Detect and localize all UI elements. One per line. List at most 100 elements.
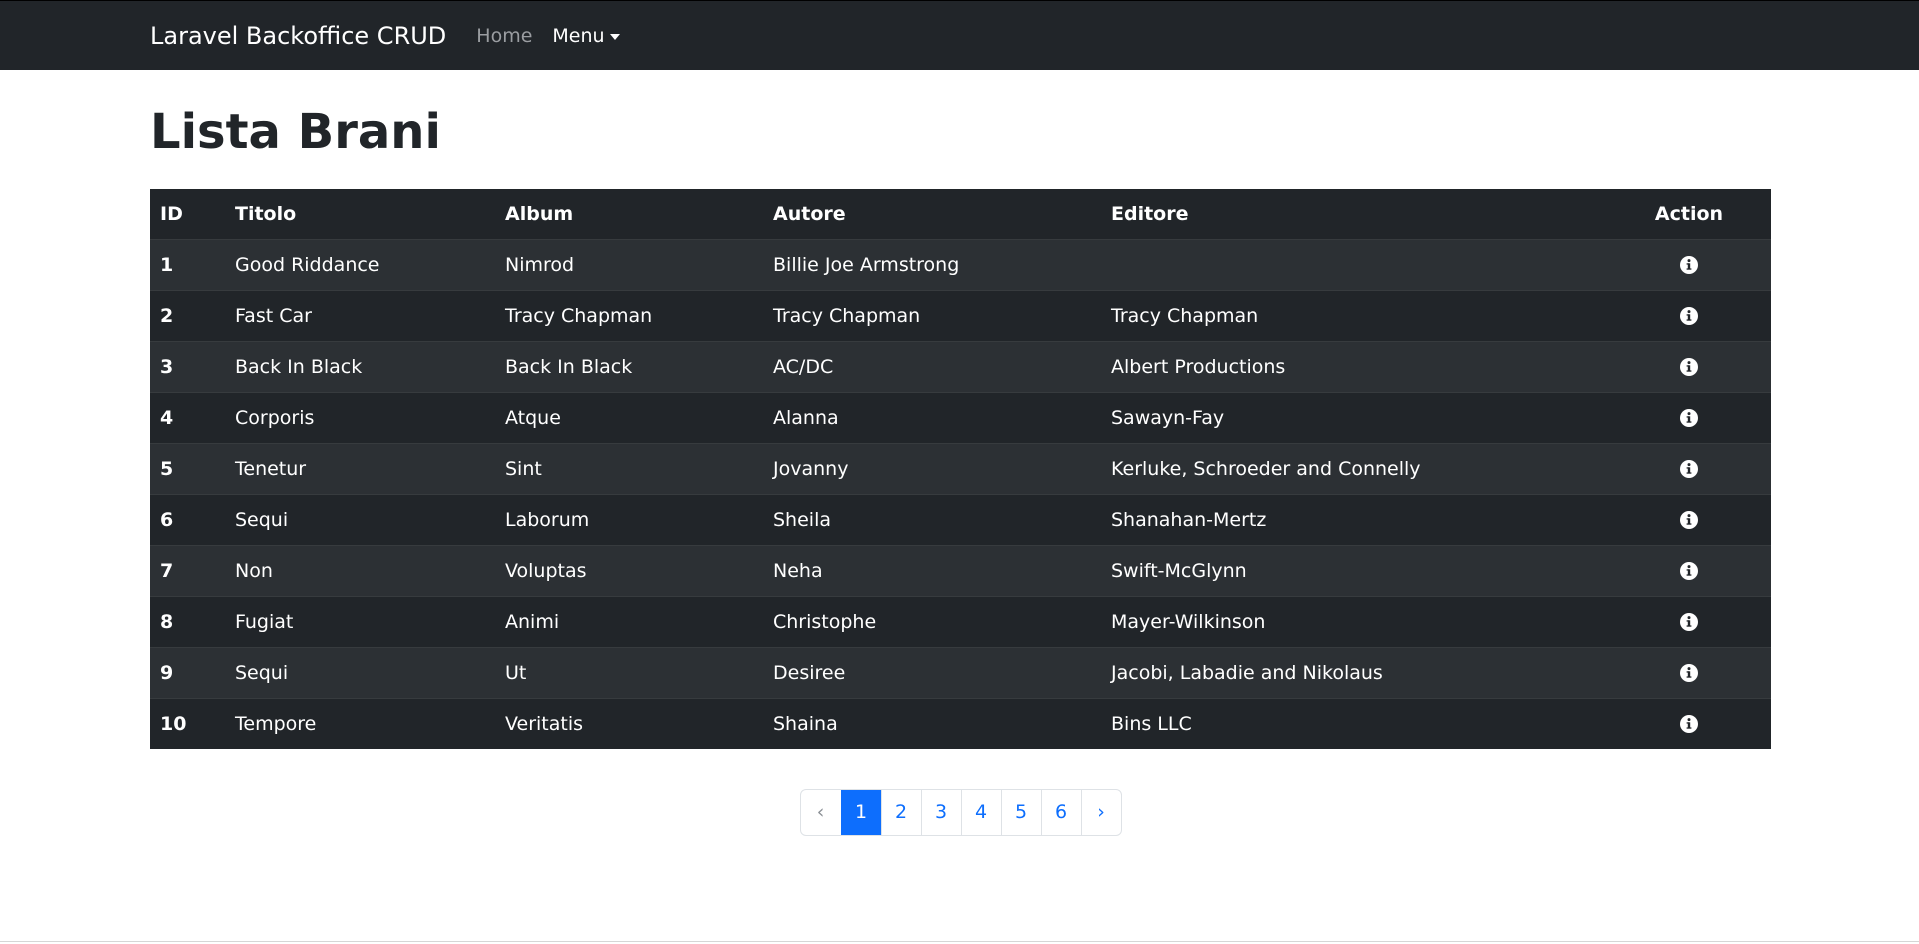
cell-titolo: Sequi [225, 646, 495, 699]
cell-action [1607, 646, 1771, 699]
table-row: 8 Fugiat Animi Christophe Mayer-Wilkinson [150, 595, 1771, 648]
cell-autore: Desiree [763, 646, 1101, 699]
cell-editore: Mayer-Wilkinson [1101, 595, 1607, 648]
cell-titolo: Sequi [225, 493, 495, 546]
pagination-list: ‹ 1 2 3 4 5 6 › [799, 788, 1122, 836]
cell-autore: Neha [763, 544, 1101, 597]
table-row: 2 Fast Car Tracy Chapman Tracy Chapman Tracy… [150, 289, 1771, 342]
cell-album: Nimrod [495, 238, 763, 291]
table-header-row: ID Titolo Album Autore Editore Action [150, 188, 1771, 240]
table-row: 5 Tenetur Sint Jovanny Kerluke, Schroeder an… [150, 442, 1771, 495]
songs-table: ID Titolo Album Autore Editore Action 1G… [150, 188, 1771, 749]
main-container: Lista Brani ID Titolo Album Autore Edito… [150, 106, 1771, 836]
cell-action [1607, 697, 1771, 749]
navbar: Laravel Backoffice CRUD Home Menu [0, 0, 1919, 70]
pagination-page-5[interactable]: 5 [1000, 789, 1041, 835]
cell-album: Animi [495, 595, 763, 648]
info-circle-icon[interactable] [1679, 510, 1699, 530]
cell-album: Voluptas [495, 544, 763, 597]
header-id: ID [150, 188, 225, 240]
cell-autore: Alanna [763, 391, 1101, 444]
table-body: 1 Good Riddance Nimrod Billie Joe Armstrong… [150, 238, 1771, 749]
pagination-prev-button: ‹ [816, 801, 825, 824]
nav-dropdown-menu[interactable]: Menu [552, 24, 620, 47]
info-circle-icon[interactable] [1679, 663, 1699, 683]
cell-editore: Albert Productions [1101, 340, 1607, 393]
cell-editore: Kerluke, Schroeder and Connelly [1101, 442, 1607, 495]
info-circle-icon[interactable] [1679, 255, 1699, 275]
cell-autore: Shaina [763, 697, 1101, 749]
info-circle-icon[interactable] [1679, 612, 1699, 632]
cell-action [1607, 289, 1771, 342]
info-circle-icon[interactable] [1679, 714, 1699, 734]
cell-action [1607, 238, 1771, 291]
cell-album: Back In Black [495, 340, 763, 393]
cell-action [1607, 544, 1771, 597]
cell-album: Sint [495, 442, 763, 495]
cell-autore: Christophe [763, 595, 1101, 648]
page-title: Lista Brani [150, 104, 441, 160]
table-row: 1 Good Riddance Nimrod Billie Joe Armstrong [150, 238, 1771, 291]
header-titolo: Titolo [225, 188, 495, 240]
cell-id: 3 [150, 340, 225, 393]
pagination-page-1: 1 [840, 789, 881, 835]
cell-action [1607, 340, 1771, 393]
cell-album: Veritatis [495, 697, 763, 749]
cell-id: 5 [150, 442, 225, 495]
info-circle-icon[interactable] [1679, 408, 1699, 428]
pagination-page-6[interactable]: 6 [1040, 789, 1081, 835]
nav-link-home[interactable]: Home [476, 25, 532, 47]
cell-id: 9 [150, 646, 225, 699]
pagination: ‹ 1 2 3 4 5 6 › [150, 788, 1771, 836]
cell-titolo: Fugiat [225, 595, 495, 648]
cell-editore: Shanahan-Mertz [1101, 493, 1607, 546]
caret-down-icon [609, 33, 620, 40]
cell-autore: Sheila [763, 493, 1101, 546]
info-circle-icon[interactable] [1679, 561, 1699, 581]
cell-editore: Swift-McGlynn [1101, 544, 1607, 597]
navbar-inner: Laravel Backoffice CRUD Home Menu [150, 22, 640, 50]
cell-editore: Jacobi, Labadie and Nikolaus [1101, 646, 1607, 699]
cell-autore: AC/DC [763, 340, 1101, 393]
cell-id: 6 [150, 493, 225, 546]
cell-id: 10 [150, 697, 225, 749]
cell-action [1607, 391, 1771, 444]
header-action: Action [1607, 188, 1771, 240]
table-row: 10 Tempore Veritatis Shaina Bins LLC [150, 697, 1771, 749]
info-circle-icon[interactable] [1679, 459, 1699, 479]
nav-dropdown-menu-label: Menu [552, 24, 605, 47]
cell-titolo: Corporis [225, 391, 495, 444]
cell-action [1607, 442, 1771, 495]
info-circle-icon[interactable] [1679, 306, 1699, 326]
cell-autore: Billie Joe Armstrong [763, 238, 1101, 291]
cell-editore: Bins LLC [1101, 697, 1607, 749]
pagination-page-3[interactable]: 3 [920, 789, 961, 835]
cell-editore: Sawayn-Fay [1101, 391, 1607, 444]
pagination-page-2[interactable]: 2 [880, 789, 921, 835]
cell-album: Ut [495, 646, 763, 699]
cell-id: 8 [150, 595, 225, 648]
cell-titolo: Fast Car [225, 289, 495, 342]
cell-titolo: Back In Black [225, 340, 495, 393]
cell-titolo: Tempore [225, 697, 495, 749]
table-row: 7 Non Voluptas Neha Swift-McGlynn [150, 544, 1771, 597]
cell-action [1607, 493, 1771, 546]
navbar-brand[interactable]: Laravel Backoffice CRUD [150, 22, 446, 50]
cell-autore: Tracy Chapman [763, 289, 1101, 342]
cell-titolo: Good Riddance [225, 238, 495, 291]
header-album: Album [495, 188, 763, 240]
cell-id: 2 [150, 289, 225, 342]
cell-id: 7 [150, 544, 225, 597]
header-autore: Autore [763, 188, 1101, 240]
info-circle-icon[interactable] [1679, 357, 1699, 377]
cell-editore: Tracy Chapman [1101, 289, 1607, 342]
cell-titolo: Non [225, 544, 495, 597]
table-row: 4 Corporis Atque Alanna Sawayn-Fay [150, 391, 1771, 444]
header-editore: Editore [1101, 188, 1607, 240]
cell-id: 4 [150, 391, 225, 444]
pagination-next-button[interactable]: › [1080, 789, 1121, 835]
cell-titolo: Tenetur [225, 442, 495, 495]
cell-album: Laborum [495, 493, 763, 546]
pagination-page-4[interactable]: 4 [960, 789, 1001, 835]
cell-id: 1 [150, 238, 225, 291]
